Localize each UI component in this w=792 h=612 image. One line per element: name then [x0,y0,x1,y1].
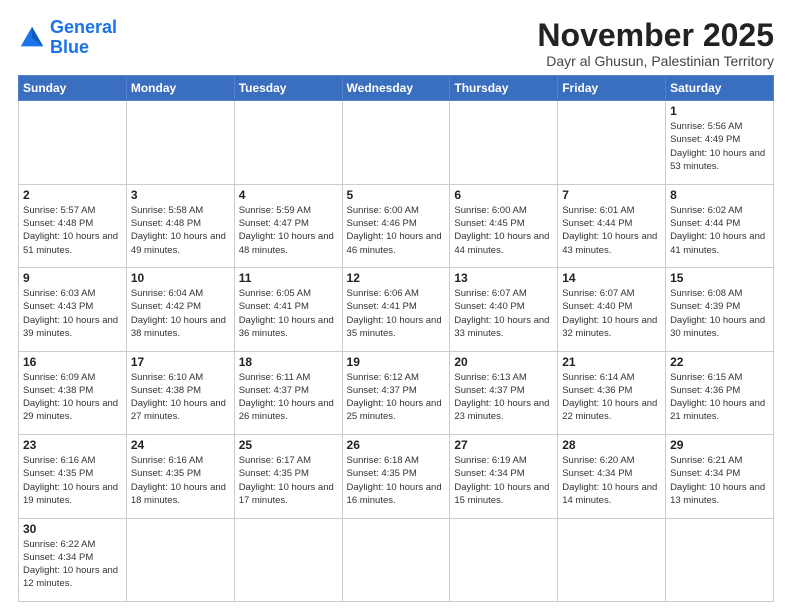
day-14: 14 Sunrise: 6:07 AMSunset: 4:40 PMDaylig… [558,268,666,351]
day-29: 29 Sunrise: 6:21 AMSunset: 4:34 PMDaylig… [666,435,774,518]
logo-icon [18,24,46,52]
header-wednesday: Wednesday [342,76,450,101]
calendar-row-4: 16 Sunrise: 6:09 AMSunset: 4:38 PMDaylig… [19,351,774,434]
day-27: 27 Sunrise: 6:19 AMSunset: 4:34 PMDaylig… [450,435,558,518]
logo-line1: General [50,17,117,37]
logo: General Blue [18,18,117,58]
empty-cell [558,101,666,184]
empty-cell [342,101,450,184]
day-20: 20 Sunrise: 6:13 AMSunset: 4:37 PMDaylig… [450,351,558,434]
calendar-row-6: 30 Sunrise: 6:22 AMSunset: 4:34 PMDaylig… [19,518,774,601]
empty-cell [19,101,127,184]
day-23: 23 Sunrise: 6:16 AMSunset: 4:35 PMDaylig… [19,435,127,518]
calendar-row-2: 2 Sunrise: 5:57 AMSunset: 4:48 PMDayligh… [19,184,774,267]
day-2: 2 Sunrise: 5:57 AMSunset: 4:48 PMDayligh… [19,184,127,267]
day-15: 15 Sunrise: 6:08 AMSunset: 4:39 PMDaylig… [666,268,774,351]
empty-cell [450,101,558,184]
logo-line2: Blue [50,37,89,57]
day-28: 28 Sunrise: 6:20 AMSunset: 4:34 PMDaylig… [558,435,666,518]
logo-text: General Blue [50,18,117,58]
day-1: 1 Sunrise: 5:56 AM Sunset: 4:49 PM Dayli… [666,101,774,184]
calendar-table: Sunday Monday Tuesday Wednesday Thursday… [18,75,774,602]
day-9: 9 Sunrise: 6:03 AMSunset: 4:43 PMDayligh… [19,268,127,351]
day-8: 8 Sunrise: 6:02 AMSunset: 4:44 PMDayligh… [666,184,774,267]
title-block: November 2025 Dayr al Ghusun, Palestinia… [537,18,774,69]
calendar-row-5: 23 Sunrise: 6:16 AMSunset: 4:35 PMDaylig… [19,435,774,518]
empty-cell [234,101,342,184]
header-friday: Friday [558,76,666,101]
day-3: 3 Sunrise: 5:58 AMSunset: 4:48 PMDayligh… [126,184,234,267]
month-title: November 2025 [537,18,774,53]
location-subtitle: Dayr al Ghusun, Palestinian Territory [537,53,774,69]
day-4: 4 Sunrise: 5:59 AMSunset: 4:47 PMDayligh… [234,184,342,267]
day-16: 16 Sunrise: 6:09 AMSunset: 4:38 PMDaylig… [19,351,127,434]
empty-cell [126,101,234,184]
empty-cell [558,518,666,601]
day-6: 6 Sunrise: 6:00 AMSunset: 4:45 PMDayligh… [450,184,558,267]
header-tuesday: Tuesday [234,76,342,101]
header-monday: Monday [126,76,234,101]
day-30: 30 Sunrise: 6:22 AMSunset: 4:34 PMDaylig… [19,518,127,601]
header: General Blue November 2025 Dayr al Ghusu… [18,18,774,69]
day-24: 24 Sunrise: 6:16 AMSunset: 4:35 PMDaylig… [126,435,234,518]
day-25: 25 Sunrise: 6:17 AMSunset: 4:35 PMDaylig… [234,435,342,518]
calendar-row-1: 1 Sunrise: 5:56 AM Sunset: 4:49 PM Dayli… [19,101,774,184]
day-18: 18 Sunrise: 6:11 AMSunset: 4:37 PMDaylig… [234,351,342,434]
header-thursday: Thursday [450,76,558,101]
day-21: 21 Sunrise: 6:14 AMSunset: 4:36 PMDaylig… [558,351,666,434]
day-19: 19 Sunrise: 6:12 AMSunset: 4:37 PMDaylig… [342,351,450,434]
day-26: 26 Sunrise: 6:18 AMSunset: 4:35 PMDaylig… [342,435,450,518]
day-7: 7 Sunrise: 6:01 AMSunset: 4:44 PMDayligh… [558,184,666,267]
empty-cell [666,518,774,601]
header-saturday: Saturday [666,76,774,101]
day-13: 13 Sunrise: 6:07 AMSunset: 4:40 PMDaylig… [450,268,558,351]
day-22: 22 Sunrise: 6:15 AMSunset: 4:36 PMDaylig… [666,351,774,434]
day-11: 11 Sunrise: 6:05 AMSunset: 4:41 PMDaylig… [234,268,342,351]
day-12: 12 Sunrise: 6:06 AMSunset: 4:41 PMDaylig… [342,268,450,351]
page: General Blue November 2025 Dayr al Ghusu… [0,0,792,612]
day-10: 10 Sunrise: 6:04 AMSunset: 4:42 PMDaylig… [126,268,234,351]
weekday-header-row: Sunday Monday Tuesday Wednesday Thursday… [19,76,774,101]
calendar-row-3: 9 Sunrise: 6:03 AMSunset: 4:43 PMDayligh… [19,268,774,351]
header-sunday: Sunday [19,76,127,101]
empty-cell [342,518,450,601]
day-5: 5 Sunrise: 6:00 AMSunset: 4:46 PMDayligh… [342,184,450,267]
empty-cell [234,518,342,601]
empty-cell [126,518,234,601]
empty-cell [450,518,558,601]
day-17: 17 Sunrise: 6:10 AMSunset: 4:38 PMDaylig… [126,351,234,434]
